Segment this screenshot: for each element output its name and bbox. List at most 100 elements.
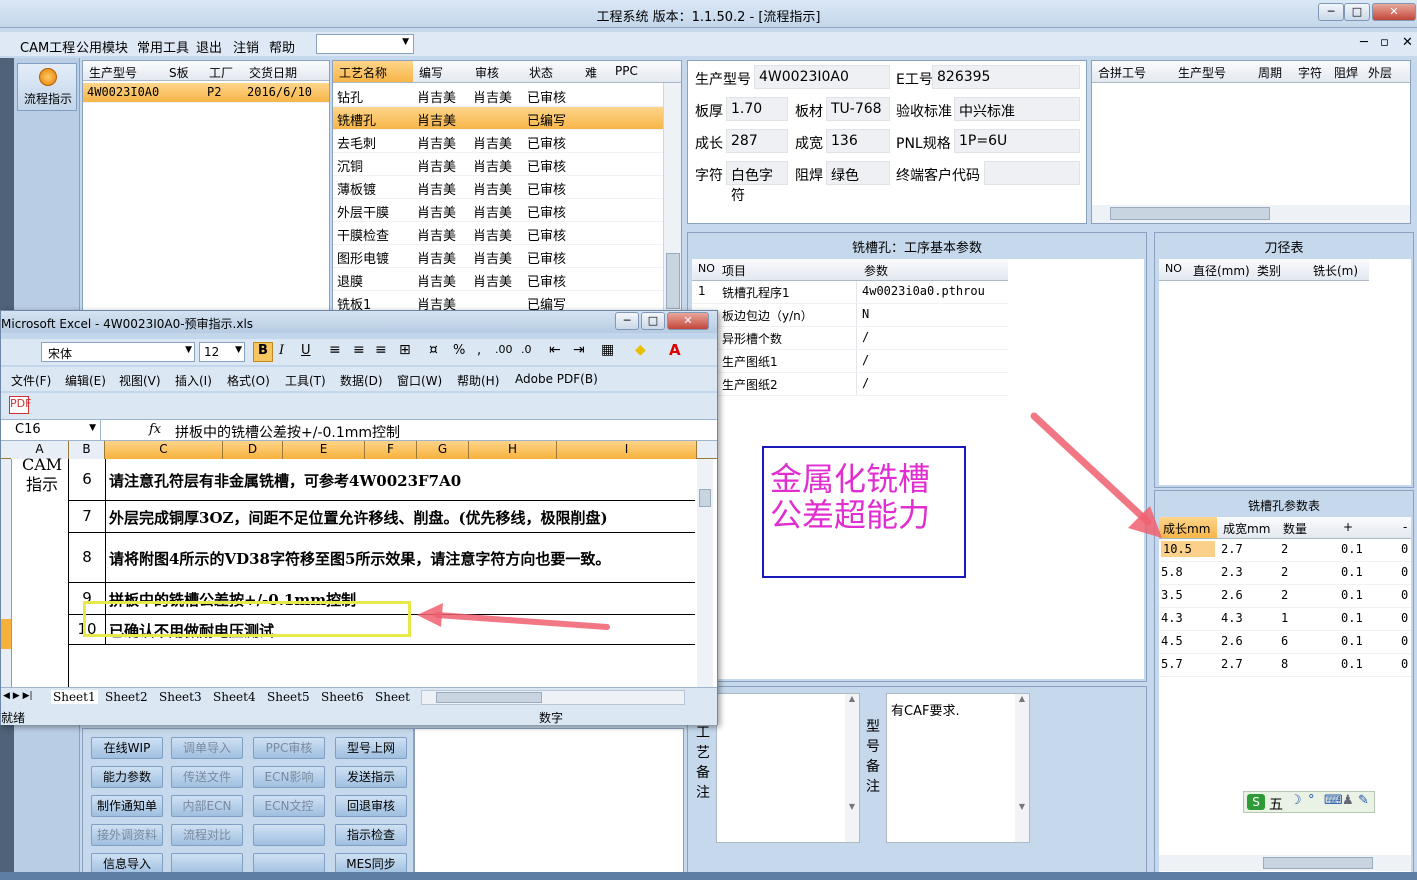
param-row[interactable]: 生产图纸1 /	[692, 350, 1008, 373]
col-char[interactable]: 字符	[1298, 64, 1322, 81]
process-row[interactable]: 薄板镀 肖吉美 肖吉美 已审核	[333, 176, 663, 199]
action-button[interactable]: ECN文控	[253, 795, 325, 817]
excel-hscroll[interactable]	[421, 690, 685, 705]
excel-minimize-button[interactable]: ─	[615, 312, 639, 330]
col-factory[interactable]: 工厂	[209, 64, 233, 81]
excel-menu-data[interactable]: 数据(D)	[340, 372, 383, 389]
borders-icon[interactable]: ▦	[601, 342, 614, 358]
action-button[interactable]: 在线WIP	[91, 737, 163, 759]
align-center-icon[interactable]: ≡	[353, 342, 365, 358]
process-row[interactable]: 钻孔 肖吉美 肖吉美 已审核	[333, 84, 663, 107]
action-button[interactable]: PPC审核	[253, 737, 325, 759]
excel-vscroll[interactable]	[697, 459, 713, 687]
col-combine-no[interactable]: 合拼工号	[1098, 64, 1146, 81]
col-s-board[interactable]: S板	[169, 64, 189, 81]
char-field[interactable]: 白色字符	[726, 161, 788, 204]
col-plus[interactable]: +	[1343, 520, 1353, 534]
action-button[interactable]: 传送文件	[171, 766, 243, 788]
action-button[interactable]: 回退审核	[335, 795, 407, 817]
tab-nav-icon[interactable]: ◀ ▶ ▶|	[3, 691, 33, 701]
col-difficulty[interactable]: 难	[585, 64, 597, 81]
excel-maximize-button[interactable]: □	[641, 312, 665, 330]
menu-tools[interactable]: 常用工具	[137, 37, 189, 56]
mask-field[interactable]: 绿色	[826, 161, 890, 185]
material-field[interactable]: TU-768	[826, 97, 890, 121]
increase-indent-icon[interactable]: ⇥	[573, 342, 585, 358]
increase-decimal-icon[interactable]: .00	[495, 343, 513, 356]
process-row[interactable]: 去毛刺 肖吉美 肖吉美 已审核	[333, 130, 663, 153]
col-F[interactable]: F	[365, 441, 417, 459]
sheet-tab[interactable]: Sheet1	[51, 690, 98, 704]
action-button[interactable]	[253, 824, 325, 846]
menu-help[interactable]: 帮助	[269, 37, 295, 56]
model-remark-field[interactable]: 有CAF要求. ▲ ▼	[886, 693, 1030, 843]
flow-button[interactable]: 流程指示	[17, 63, 77, 111]
param-row[interactable]: 板边包边（y/n） N	[692, 304, 1008, 327]
col-qty[interactable]: 数量	[1283, 520, 1307, 537]
col-B[interactable]: B	[69, 441, 105, 459]
slot-row[interactable]: 3.5 2.6 2 0.1 0.	[1159, 585, 1411, 608]
sheet-row[interactable]: 8 请将附图4所示的VD38字符移至图5所示效果，请注意字符方向也要一致。	[69, 533, 695, 583]
col-cycle[interactable]: 周期	[1258, 64, 1282, 81]
align-left-icon[interactable]: ≡	[329, 342, 341, 358]
process-scrollbar[interactable]	[663, 83, 681, 313]
menu-common-module[interactable]: 公用模块	[76, 37, 128, 56]
slot-row[interactable]: 5.7 2.7 8 0.1 0.	[1159, 654, 1411, 677]
slot-row[interactable]: 4.3 4.3 1 0.1 0.	[1159, 608, 1411, 631]
bold-button[interactable]: B	[253, 342, 273, 362]
font-select[interactable]: 宋体 ▼	[41, 342, 195, 362]
excel-menu-insert[interactable]: 插入(I)	[175, 372, 212, 389]
col-D[interactable]: D	[223, 441, 283, 459]
col-minus[interactable]: -	[1403, 520, 1407, 534]
decrease-indent-icon[interactable]: ⇤	[549, 342, 561, 358]
col-H[interactable]: H	[469, 441, 557, 459]
decrease-decimal-icon[interactable]: .0	[521, 343, 532, 356]
mdi-restore-icon[interactable]: ▫	[1380, 35, 1389, 50]
col-E[interactable]: E	[283, 441, 365, 459]
underline-button[interactable]: U	[301, 343, 311, 358]
combine-hscroll[interactable]	[1092, 205, 1410, 223]
col-process-name[interactable]: 工艺名称	[339, 64, 387, 81]
sheet-tab[interactable]: Sheet	[375, 690, 410, 704]
col-slot-length[interactable]: 成长mm	[1163, 520, 1210, 537]
param-row[interactable]: 生产图纸2 /	[692, 373, 1008, 396]
align-right-icon[interactable]: ≡	[375, 342, 387, 358]
slot-hscroll[interactable]	[1159, 855, 1411, 871]
pdf-icon[interactable]: PDF	[9, 396, 31, 414]
size-select[interactable]: 12 ▼	[199, 342, 245, 362]
mdi-minimize-icon[interactable]: ─	[1360, 35, 1368, 50]
col-G[interactable]: G	[417, 441, 469, 459]
menu-cam[interactable]: CAM工程	[20, 37, 75, 56]
excel-menu-file[interactable]: 文件(F)	[11, 372, 51, 389]
sheet-tab[interactable]: Sheet3	[159, 690, 202, 704]
percent-icon[interactable]: %	[453, 343, 465, 358]
merge-center-icon[interactable]: ⊞	[399, 342, 411, 358]
col-writer[interactable]: 编写	[419, 64, 443, 81]
sheet-tab[interactable]: Sheet2	[105, 690, 148, 704]
italic-button[interactable]: I	[279, 343, 284, 358]
col-I[interactable]: I	[557, 441, 697, 459]
currency-icon[interactable]: ¤	[429, 342, 438, 358]
col-reviewer[interactable]: 审核	[475, 64, 499, 81]
standard-field[interactable]: 中兴标准	[954, 97, 1080, 121]
col-C[interactable]: C	[105, 441, 223, 459]
action-button[interactable]: 内部ECN	[171, 795, 243, 817]
excel-menu-help[interactable]: 帮助(H)	[457, 372, 499, 389]
fill-color-icon[interactable]: ◆	[635, 342, 646, 358]
sheet-tab[interactable]: Sheet5	[267, 690, 310, 704]
mdi-close-icon[interactable]: ✕	[1402, 35, 1413, 50]
action-button[interactable]: 接外调资料	[91, 824, 163, 846]
menu-logout[interactable]: 注销	[233, 37, 259, 56]
action-button[interactable]: ECN影响	[253, 766, 325, 788]
excel-menu-tools[interactable]: 工具(T)	[285, 372, 326, 389]
customer-field[interactable]	[984, 161, 1080, 185]
e-no-field[interactable]: 826395	[932, 65, 1080, 89]
action-button[interactable]: 型号上网	[335, 737, 407, 759]
font-color-icon[interactable]: A	[669, 341, 681, 359]
excel-menu-edit[interactable]: 编辑(E)	[65, 372, 106, 389]
model-field[interactable]: 4W0023I0A0	[754, 65, 890, 89]
process-row[interactable]: 沉铜 肖吉美 肖吉美 已审核	[333, 153, 663, 176]
thick-field[interactable]: 1.70	[726, 97, 788, 121]
width-field[interactable]: 136	[826, 129, 890, 153]
action-button[interactable]: 能力参数	[91, 766, 163, 788]
